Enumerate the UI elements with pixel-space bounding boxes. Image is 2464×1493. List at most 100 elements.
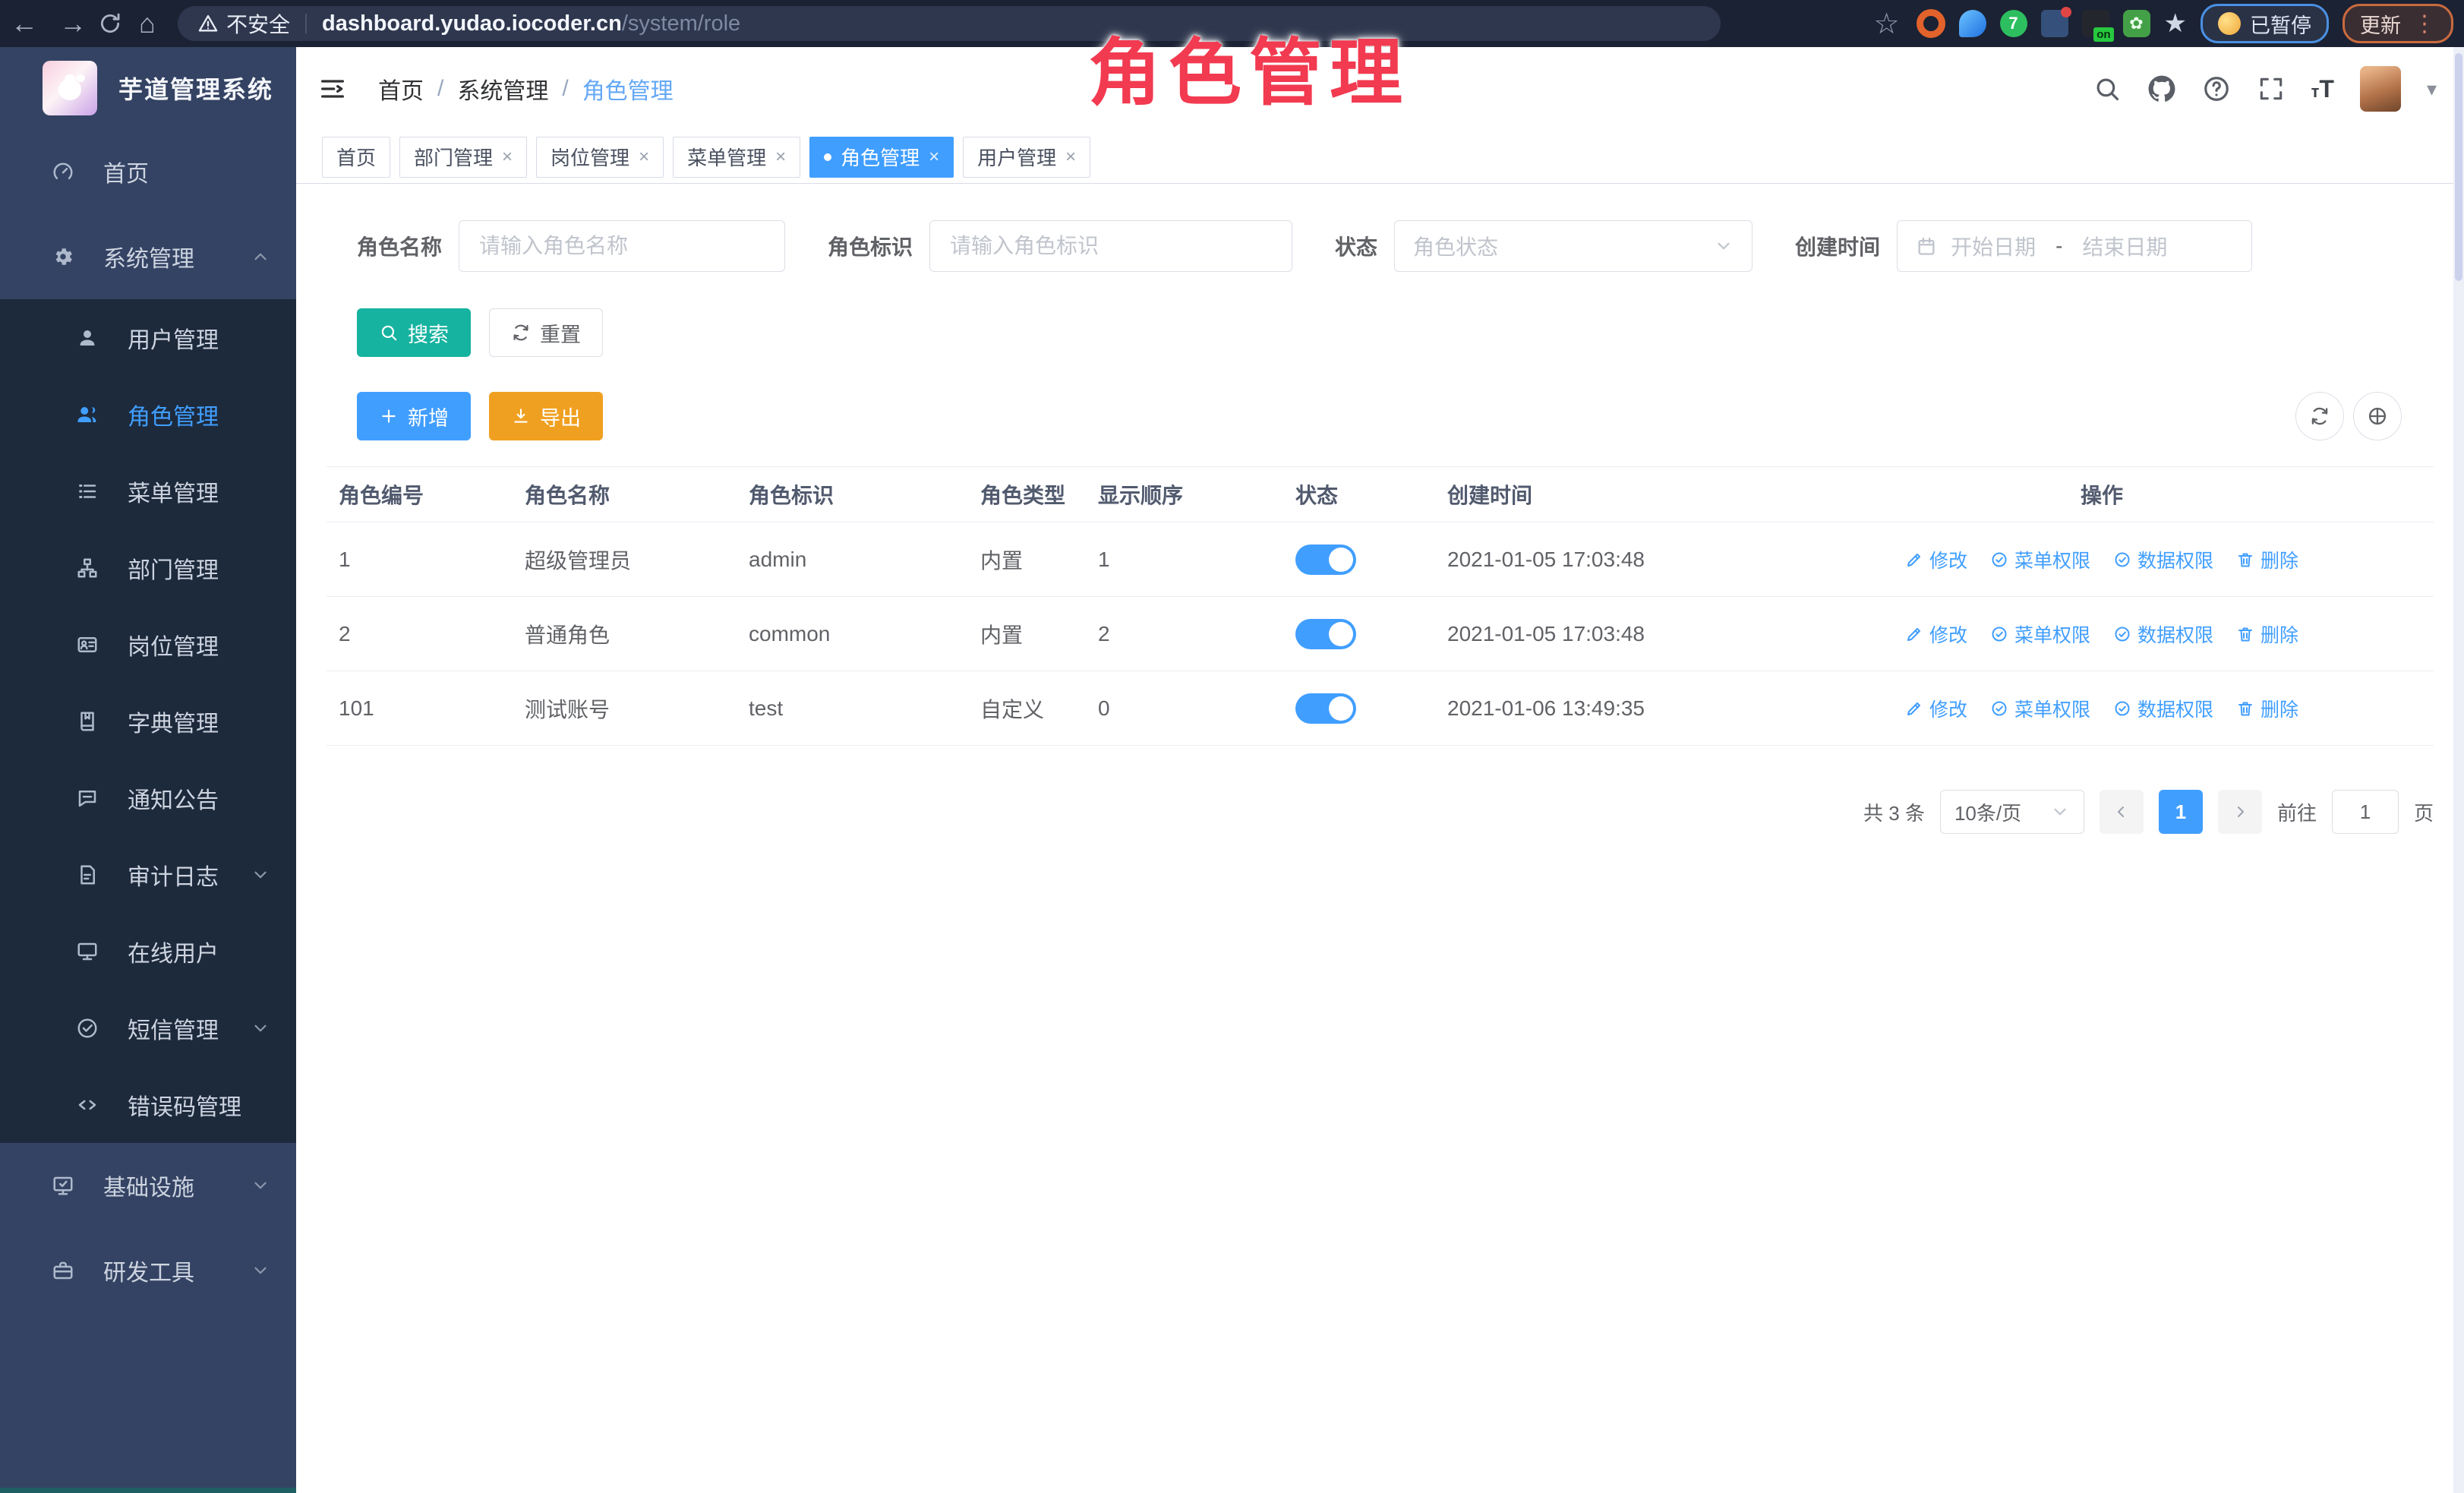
browser-forward-button[interactable]: → <box>49 8 97 39</box>
status-toggle[interactable] <box>1295 619 1356 649</box>
close-icon[interactable]: × <box>775 148 786 166</box>
refresh-table-button[interactable] <box>2295 392 2344 440</box>
delete-link[interactable]: 删除 <box>2236 620 2298 648</box>
refresh-icon <box>511 323 531 342</box>
breadcrumb-current: 角色管理 <box>582 72 674 106</box>
browser-reload-button[interactable] <box>97 11 123 36</box>
fullscreen-icon[interactable] <box>2257 74 2286 103</box>
sidebar-item-dev-tools[interactable]: 研发工具 <box>0 1228 296 1313</box>
data-permission-link[interactable]: 数据权限 <box>2113 695 2213 722</box>
sidebar-item-role-management[interactable]: 角色管理 <box>0 376 296 453</box>
sidebar-item-home[interactable]: 首页 <box>0 129 296 214</box>
tab-dept-management[interactable]: 部门管理× <box>399 137 527 178</box>
create-time-label: 创建时间 <box>1795 231 1880 261</box>
pen-icon <box>1905 551 1923 569</box>
menu-permission-link[interactable]: 菜单权限 <box>1990 546 2090 573</box>
role-code-input[interactable] <box>948 233 1273 259</box>
tab-home[interactable]: 首页 <box>322 137 390 178</box>
role-name-label: 角色名称 <box>357 231 442 261</box>
next-page-button[interactable] <box>2218 790 2262 834</box>
help-icon[interactable] <box>2202 74 2231 103</box>
status-toggle[interactable] <box>1295 544 1356 575</box>
scrollbar-thumb[interactable] <box>2455 53 2462 281</box>
col-actions: 操作 <box>1770 479 2434 510</box>
search-button[interactable]: 搜索 <box>357 308 471 357</box>
add-button[interactable]: 新增 <box>357 392 471 440</box>
browser-update-button[interactable]: 更新 ⋮ <box>2343 4 2453 43</box>
tab-role-management[interactable]: 角色管理× <box>809 137 954 178</box>
prev-page-button[interactable] <box>2100 790 2144 834</box>
sidebar-item-sms-management[interactable]: 短信管理 <box>0 990 296 1066</box>
browser-menu-icon[interactable]: ⋮ <box>2413 11 2436 37</box>
delete-link[interactable]: 删除 <box>2236 695 2298 722</box>
extension-icon-orange[interactable] <box>1917 9 1945 38</box>
edit-link[interactable]: 修改 <box>1905 546 1967 573</box>
sidebar-item-audit-log[interactable]: 审计日志 <box>0 836 296 913</box>
export-button[interactable]: 导出 <box>489 392 603 440</box>
col-status: 状态 <box>1295 479 1447 510</box>
date-range-picker[interactable]: 开始日期 - 结束日期 <box>1897 220 2252 272</box>
menu-permission-link[interactable]: 菜单权限 <box>1990 695 2090 722</box>
address-bar[interactable]: 不安全 dashboard.yudao.iocoder.cn /system/r… <box>178 6 1721 41</box>
delete-link[interactable]: 删除 <box>2236 546 2298 573</box>
browser-home-button[interactable]: ⌂ <box>123 8 172 39</box>
extension-icon-switch[interactable] <box>2082 10 2109 37</box>
sidebar-item-online-users[interactable]: 在线用户 <box>0 913 296 990</box>
tab-user-management[interactable]: 用户管理× <box>963 137 1090 178</box>
sidebar-item-dept-management[interactable]: 部门管理 <box>0 529 296 606</box>
search-icon[interactable] <box>2093 74 2122 103</box>
user-avatar[interactable] <box>2360 66 2401 112</box>
reset-button[interactable]: 重置 <box>489 308 603 357</box>
tab-post-management[interactable]: 岗位管理× <box>536 137 664 178</box>
close-icon[interactable]: × <box>1065 148 1076 166</box>
edit-link[interactable]: 修改 <box>1905 695 1967 722</box>
sidebar-item-infrastructure[interactable]: 基础设施 <box>0 1143 296 1228</box>
tab-menu-management[interactable]: 菜单管理× <box>673 137 800 178</box>
app-logo-row[interactable]: 芋道管理系统 <box>0 47 296 129</box>
edit-link[interactable]: 修改 <box>1905 620 1967 648</box>
close-icon[interactable]: × <box>639 148 649 166</box>
current-page-button[interactable]: 1 <box>2159 790 2203 834</box>
recorder-paused-badge[interactable]: 已暂停 <box>2201 4 2329 43</box>
extension-icon-star[interactable]: ★ <box>2164 8 2187 39</box>
column-settings-button[interactable] <box>2353 392 2402 440</box>
extension-icon-leaf[interactable]: ✿ <box>2123 10 2150 37</box>
sidebar-item-user-management[interactable]: 用户管理 <box>0 299 296 376</box>
gear-icon <box>52 245 74 268</box>
sidebar-item-error-code[interactable]: 错误码管理 <box>0 1066 296 1143</box>
goto-page-input[interactable] <box>2332 790 2399 834</box>
sidebar-item-post-management[interactable]: 岗位管理 <box>0 606 296 683</box>
sidebar: 芋道管理系统 首页 系统管理 用户管理 角色管理 菜单管理 <box>0 47 296 1493</box>
extension-icon-grid[interactable] <box>2041 10 2068 37</box>
data-permission-link[interactable]: 数据权限 <box>2113 546 2213 573</box>
cell-role-id: 101 <box>339 696 525 721</box>
bookmark-star-icon[interactable]: ☆ <box>1873 7 1899 41</box>
status-select[interactable]: 角色状态 <box>1394 220 1753 272</box>
role-name-input[interactable] <box>478 233 766 259</box>
browser-back-button[interactable]: ← <box>0 8 49 39</box>
cell-role-id: 1 <box>339 548 525 572</box>
hamburger-icon[interactable] <box>317 74 348 104</box>
breadcrumb-system[interactable]: 系统管理 <box>457 72 548 106</box>
insecure-warning[interactable]: 不安全 <box>197 8 290 39</box>
page-scrollbar[interactable] <box>2453 47 2464 1493</box>
data-permission-link[interactable]: 数据权限 <box>2113 620 2213 648</box>
font-size-icon[interactable]: тT <box>2311 75 2334 103</box>
page-size-select[interactable]: 10条/页 <box>1940 790 2084 834</box>
sidebar-item-dict-management[interactable]: 字典管理 <box>0 683 296 759</box>
status-toggle[interactable] <box>1295 693 1356 724</box>
caret-down-icon[interactable]: ▾ <box>2427 77 2437 101</box>
menu-permission-link[interactable]: 菜单权限 <box>1990 620 2090 648</box>
close-icon[interactable]: × <box>502 148 513 166</box>
breadcrumb-home[interactable]: 首页 <box>378 72 424 106</box>
range-separator: - <box>2049 234 2068 258</box>
col-role-type: 角色类型 <box>980 479 1098 510</box>
extension-icon-green[interactable]: 7 <box>2000 10 2027 37</box>
github-icon[interactable] <box>2147 74 2176 103</box>
sidebar-item-system-management[interactable]: 系统管理 <box>0 214 296 299</box>
close-icon[interactable]: × <box>929 148 939 166</box>
extension-icon-blue-drop[interactable] <box>1959 10 1986 37</box>
sidebar-item-notice[interactable]: 通知公告 <box>0 759 296 836</box>
sidebar-submenu-system: 用户管理 角色管理 菜单管理 部门管理 岗位管理 字典管理 <box>0 299 296 1143</box>
sidebar-item-menu-management[interactable]: 菜单管理 <box>0 453 296 529</box>
